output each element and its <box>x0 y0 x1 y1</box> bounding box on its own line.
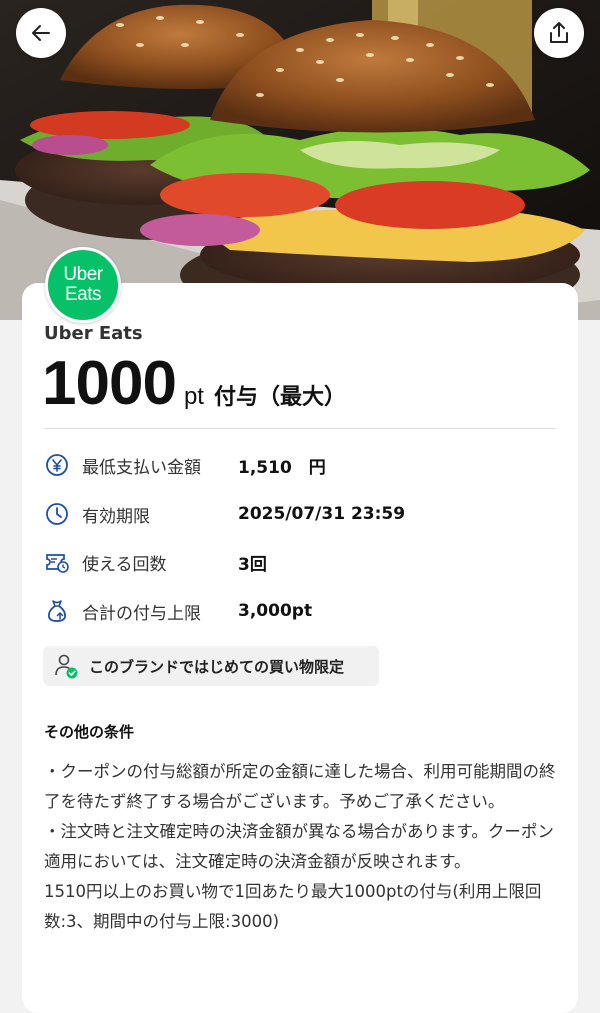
back-button[interactable] <box>16 8 66 58</box>
detail-value: 1,510 円 <box>238 457 326 478</box>
detail-value: 3回 <box>238 554 267 575</box>
user-check-icon <box>53 652 79 680</box>
detail-row-usage-count: 使える回数 3回 <box>44 548 564 576</box>
share-upload-icon <box>550 22 568 43</box>
detail-label: 最低支払い金額 <box>82 457 201 478</box>
share-button[interactable] <box>534 8 584 58</box>
badge-text: このブランドではじめての買い物限定 <box>89 657 345 676</box>
offer-amount: 1000 <box>42 349 177 418</box>
condition-paragraph: 1510円以上のお買い物で1回あたり最大1000ptの付与(利用上限回数:3、期… <box>44 882 542 931</box>
detail-value: 2025/07/31 23:59 <box>238 504 406 524</box>
first-purchase-badge: このブランドではじめての買い物限定 <box>43 646 379 686</box>
offer-suffix: 付与（最大） <box>213 385 346 410</box>
condition-paragraph: ・注文時と注文確定時の決済金額が異なる場合があります。クーポン適用においては、注… <box>44 822 554 871</box>
logo-line-1: Uber <box>63 264 103 285</box>
detail-value: 3,000pt <box>238 601 313 621</box>
condition-paragraph: ・クーポンの付与総額が所定の金額に達した場合、利用可能期間の終了を待たず終了する… <box>44 762 556 811</box>
detail-row-min-payment: 最低支払い金額 1,510 円 <box>44 451 564 479</box>
divider <box>44 428 556 429</box>
uber-eats-logo: Uber Eats <box>45 247 121 323</box>
arrow-left-icon <box>32 25 50 41</box>
detail-label: 使える回数 <box>82 554 167 575</box>
offer-headline: 1000 pt 付与（最大） <box>42 348 346 419</box>
yen-icon <box>44 452 70 478</box>
conditions-text: ・クーポンの付与総額が所定の金額に達した場合、利用可能期間の終了を待たず終了する… <box>44 757 562 937</box>
detail-label: 合計の付与上限 <box>82 603 201 624</box>
detail-label: 有効期限 <box>82 506 150 527</box>
money-bag-icon <box>44 598 70 624</box>
logo-line-2: Eats <box>64 284 102 305</box>
ticket-icon <box>44 549 70 575</box>
conditions-title: その他の条件 <box>44 723 135 741</box>
clock-icon <box>44 501 70 527</box>
detail-row-total-cap: 合計の付与上限 3,000pt <box>44 597 564 625</box>
brand-name: Uber Eats <box>44 323 143 344</box>
offer-unit: pt <box>183 383 204 410</box>
detail-row-expiry: 有効期限 2025/07/31 23:59 <box>44 500 564 528</box>
